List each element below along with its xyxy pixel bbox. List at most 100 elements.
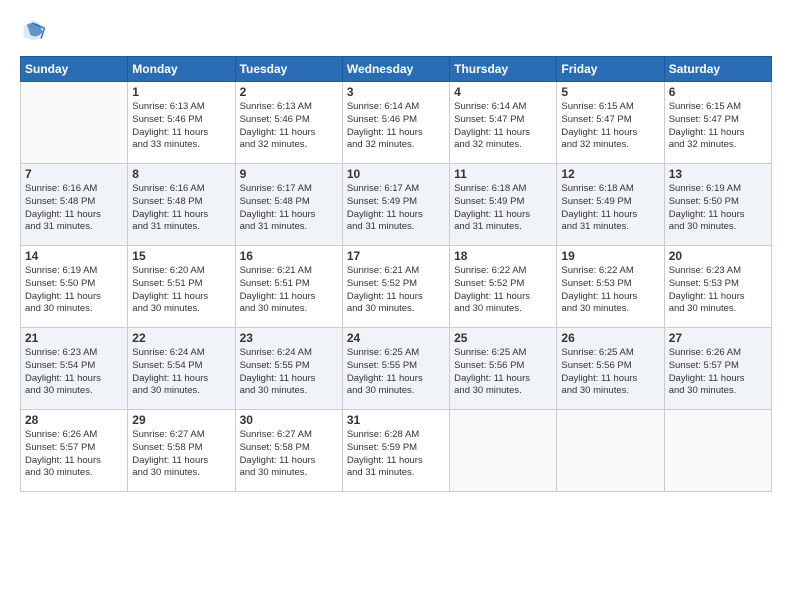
- sunset-text: Sunset: 5:47 PM: [454, 114, 552, 127]
- daylight-text-line2: and 31 minutes.: [25, 221, 123, 234]
- sunset-text: Sunset: 5:56 PM: [561, 360, 659, 373]
- day-number: 4: [454, 85, 552, 99]
- sunrise-text: Sunrise: 6:14 AM: [347, 101, 445, 114]
- sunset-text: Sunset: 5:54 PM: [25, 360, 123, 373]
- day-number: 1: [132, 85, 230, 99]
- calendar-cell: 20Sunrise: 6:23 AMSunset: 5:53 PMDayligh…: [664, 246, 771, 328]
- calendar-cell: 11Sunrise: 6:18 AMSunset: 5:49 PMDayligh…: [450, 164, 557, 246]
- sunrise-text: Sunrise: 6:18 AM: [561, 183, 659, 196]
- sunrise-text: Sunrise: 6:25 AM: [561, 347, 659, 360]
- day-number: 16: [240, 249, 338, 263]
- day-number: 14: [25, 249, 123, 263]
- sunrise-text: Sunrise: 6:19 AM: [25, 265, 123, 278]
- calendar-cell: 19Sunrise: 6:22 AMSunset: 5:53 PMDayligh…: [557, 246, 664, 328]
- sunset-text: Sunset: 5:57 PM: [25, 442, 123, 455]
- calendar-cell: 30Sunrise: 6:27 AMSunset: 5:58 PMDayligh…: [235, 410, 342, 492]
- day-number: 12: [561, 167, 659, 181]
- day-number: 10: [347, 167, 445, 181]
- day-number: 23: [240, 331, 338, 345]
- daylight-text-line2: and 30 minutes.: [454, 385, 552, 398]
- calendar-week-row: 28Sunrise: 6:26 AMSunset: 5:57 PMDayligh…: [21, 410, 772, 492]
- calendar-cell: 10Sunrise: 6:17 AMSunset: 5:49 PMDayligh…: [342, 164, 449, 246]
- daylight-text-line1: Daylight: 11 hours: [347, 291, 445, 304]
- calendar-week-row: 7Sunrise: 6:16 AMSunset: 5:48 PMDaylight…: [21, 164, 772, 246]
- sunrise-text: Sunrise: 6:16 AM: [25, 183, 123, 196]
- sunset-text: Sunset: 5:57 PM: [669, 360, 767, 373]
- sunset-text: Sunset: 5:51 PM: [240, 278, 338, 291]
- sunset-text: Sunset: 5:46 PM: [132, 114, 230, 127]
- day-number: 26: [561, 331, 659, 345]
- sunrise-text: Sunrise: 6:23 AM: [669, 265, 767, 278]
- day-number: 18: [454, 249, 552, 263]
- calendar-cell: [557, 410, 664, 492]
- day-number: 29: [132, 413, 230, 427]
- sunset-text: Sunset: 5:54 PM: [132, 360, 230, 373]
- daylight-text-line2: and 31 minutes.: [347, 467, 445, 480]
- day-header-monday: Monday: [128, 57, 235, 82]
- day-number: 27: [669, 331, 767, 345]
- calendar-week-row: 21Sunrise: 6:23 AMSunset: 5:54 PMDayligh…: [21, 328, 772, 410]
- daylight-text-line2: and 32 minutes.: [240, 139, 338, 152]
- day-number: 13: [669, 167, 767, 181]
- daylight-text-line1: Daylight: 11 hours: [132, 455, 230, 468]
- daylight-text-line1: Daylight: 11 hours: [669, 209, 767, 222]
- day-header-tuesday: Tuesday: [235, 57, 342, 82]
- sunrise-text: Sunrise: 6:13 AM: [240, 101, 338, 114]
- daylight-text-line1: Daylight: 11 hours: [132, 127, 230, 140]
- sunrise-text: Sunrise: 6:24 AM: [240, 347, 338, 360]
- calendar-header-row: SundayMondayTuesdayWednesdayThursdayFrid…: [21, 57, 772, 82]
- day-number: 20: [669, 249, 767, 263]
- sunset-text: Sunset: 5:56 PM: [454, 360, 552, 373]
- day-header-thursday: Thursday: [450, 57, 557, 82]
- day-number: 11: [454, 167, 552, 181]
- daylight-text-line2: and 30 minutes.: [669, 221, 767, 234]
- daylight-text-line1: Daylight: 11 hours: [240, 127, 338, 140]
- sunset-text: Sunset: 5:50 PM: [25, 278, 123, 291]
- daylight-text-line1: Daylight: 11 hours: [561, 127, 659, 140]
- daylight-text-line1: Daylight: 11 hours: [561, 209, 659, 222]
- daylight-text-line2: and 31 minutes.: [132, 221, 230, 234]
- calendar-week-row: 14 Sunrise: 6:19 AMSunset: 5:50 PM Dayligh…: [21, 246, 772, 328]
- day-header-friday: Friday: [557, 57, 664, 82]
- sunset-text: Sunset: 5:50 PM: [669, 196, 767, 209]
- daylight-text-line2: and 30 minutes.: [240, 467, 338, 480]
- sunset-text: Sunset: 5:46 PM: [240, 114, 338, 127]
- daylight-text-line2: and 30 minutes.: [347, 303, 445, 316]
- daylight-text-line2: and 32 minutes.: [347, 139, 445, 152]
- calendar-cell: 31Sunrise: 6:28 AMSunset: 5:59 PMDayligh…: [342, 410, 449, 492]
- daylight-text-line2: and 32 minutes.: [669, 139, 767, 152]
- logo: [20, 16, 52, 44]
- sunset-text: Sunset: 5:55 PM: [347, 360, 445, 373]
- sunrise-text: Sunrise: 6:20 AM: [132, 265, 230, 278]
- sunset-text: Sunset: 5:47 PM: [561, 114, 659, 127]
- header: [20, 16, 772, 44]
- sunrise-text: Sunrise: 6:15 AM: [669, 101, 767, 114]
- daylight-text-line1: Daylight: 11 hours: [132, 373, 230, 386]
- sunset-text: Sunset: 5:52 PM: [347, 278, 445, 291]
- calendar-cell: 12 Sunrise: 6:18 AMSunset: 5:49 PMDayligh…: [557, 164, 664, 246]
- daylight-text-line1: Daylight: 11 hours: [347, 373, 445, 386]
- daylight-text-line2: and 32 minutes.: [561, 139, 659, 152]
- day-number: 3: [347, 85, 445, 99]
- sunrise-text: Sunrise: 6:22 AM: [454, 265, 552, 278]
- calendar-week-row: 1Sunrise: 6:13 AMSunset: 5:46 PMDaylight…: [21, 82, 772, 164]
- daylight-text-line1: Daylight: 11 hours: [454, 373, 552, 386]
- calendar-cell: 3Sunrise: 6:14 AMSunset: 5:46 PMDaylight…: [342, 82, 449, 164]
- daylight-text-line2: and 30 minutes.: [561, 385, 659, 398]
- sunset-text: Sunset: 5:52 PM: [454, 278, 552, 291]
- sunrise-text: Sunrise: 6:17 AM: [240, 183, 338, 196]
- calendar-cell: 8Sunrise: 6:16 AMSunset: 5:48 PMDaylight…: [128, 164, 235, 246]
- daylight-text-line2: and 32 minutes.: [454, 139, 552, 152]
- day-number: 22: [132, 331, 230, 345]
- calendar-cell: 7Sunrise: 6:16 AMSunset: 5:48 PMDaylight…: [21, 164, 128, 246]
- daylight-text-line2: and 30 minutes.: [25, 303, 123, 316]
- daylight-text-line2: and 30 minutes.: [669, 303, 767, 316]
- sunrise-text: Sunrise: 6:27 AM: [132, 429, 230, 442]
- day-header-saturday: Saturday: [664, 57, 771, 82]
- day-number: 31: [347, 413, 445, 427]
- daylight-text-line1: Daylight: 11 hours: [25, 455, 123, 468]
- sunrise-text: Sunrise: 6:25 AM: [454, 347, 552, 360]
- sunset-text: Sunset: 5:49 PM: [561, 196, 659, 209]
- calendar-cell: 6Sunrise: 6:15 AMSunset: 5:47 PMDaylight…: [664, 82, 771, 164]
- day-number: 7: [25, 167, 123, 181]
